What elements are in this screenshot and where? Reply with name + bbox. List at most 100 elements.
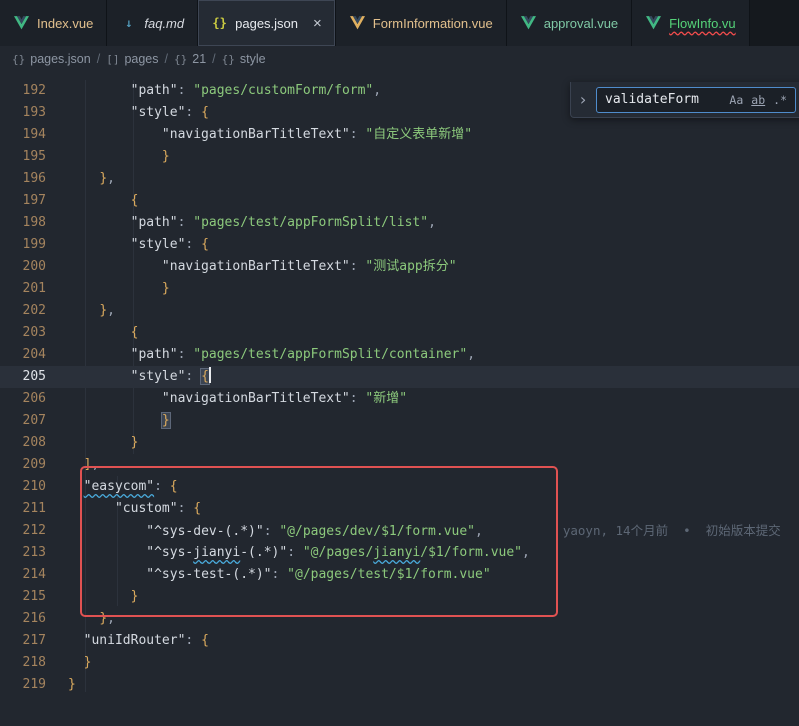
code-line[interactable]: 211 "custom": { [0,498,799,520]
code-token: "navigationBarTitleText" [162,259,350,274]
code-token: { [131,193,139,208]
code-line[interactable]: 217 "uniIdRouter": { [0,630,799,652]
code-token [68,105,131,120]
code-token: : [350,391,366,406]
code-token: } [99,611,107,626]
code-token [68,171,99,186]
breadcrumb-item-21[interactable]: {}21 [174,52,206,66]
code-line[interactable]: 196 }, [0,168,799,190]
regex-toggle-icon[interactable]: .* [769,91,791,109]
symbol-icon: {} [222,53,235,66]
code-token: { [201,105,209,120]
code-line[interactable]: 207 } [0,410,799,432]
code-line[interactable]: 198 "path": "pages/test/appFormSplit/lis… [0,212,799,234]
tab-faq.md[interactable]: ↓faq.md [107,0,198,46]
breadcrumb: {}pages.json/[]pages/{}21/{}style [0,46,799,72]
code-token: "@/pages/test/$1/form.vue" [287,567,491,582]
code-line[interactable]: 199 "style": { [0,234,799,256]
text-cursor [209,367,211,383]
tab-label: Index.vue [37,16,93,31]
code-token: "style" [131,237,186,252]
breadcrumb-separator: / [165,52,168,66]
line-number: 210 [0,476,46,498]
code-text: "navigationBarTitleText": "测试app拆分" [46,256,457,278]
code-editor[interactable]: 192 "path": "pages/customForm/form",193 … [0,72,799,726]
vue-file-icon [520,15,537,31]
code-line[interactable]: 205 "style": { [0,366,799,388]
code-text: ], [46,454,99,476]
code-token: : [264,524,280,539]
vscode-window: Index.vue↓faq.md{}pages.json×FormInforma… [0,0,799,726]
breadcrumb-item-pages.json[interactable]: {}pages.json [12,52,91,66]
code-line[interactable]: 200 "navigationBarTitleText": "测试app拆分" [0,256,799,278]
whole-word-toggle-icon[interactable]: ab [747,91,769,109]
find-query-text[interactable]: validateForm [605,92,725,107]
breadcrumb-separator: / [97,52,100,66]
code-text: { [46,322,138,344]
code-line[interactable]: 202 }, [0,300,799,322]
code-text: } [46,674,76,696]
code-line[interactable]: 212 "^sys-dev-(.*)": "@/pages/dev/$1/for… [0,520,799,542]
code-line[interactable]: 204 "path": "pages/test/appFormSplit/con… [0,344,799,366]
find-widget: › validateForm Aa ab .* [570,82,799,118]
match-case-toggle-icon[interactable]: Aa [725,91,747,109]
code-line[interactable]: 219} [0,674,799,696]
code-line[interactable]: 218 } [0,652,799,674]
code-token: jianyi [193,545,240,560]
code-line[interactable]: 195 } [0,146,799,168]
code-text: "navigationBarTitleText": "自定义表单新增" [46,124,472,146]
code-line[interactable]: 203 { [0,322,799,344]
tab-close-icon[interactable]: × [313,16,322,31]
breadcrumb-item-style[interactable]: {}style [222,52,266,66]
code-text: } [46,432,138,454]
tab-FlowInfo.vu[interactable]: FlowInfo.vu [632,0,749,46]
code-token: , [107,303,115,318]
code-line[interactable]: 214 "^sys-test-(.*)": "@/pages/test/$1/f… [0,564,799,586]
code-line[interactable]: 197 { [0,190,799,212]
code-line[interactable]: 194 "navigationBarTitleText": "自定义表单新增" [0,124,799,146]
code-token [68,633,84,648]
find-replace-toggle-chevron-icon[interactable]: › [577,90,589,109]
line-number: 213 [0,542,46,564]
code-line[interactable]: 201 } [0,278,799,300]
code-token: , [107,611,115,626]
code-token: { [170,479,178,494]
code-line[interactable]: 209 ], [0,454,799,476]
code-line[interactable]: 210 "easycom": { [0,476,799,498]
code-line[interactable]: 208 } [0,432,799,454]
breadcrumb-label: pages.json [30,52,90,66]
line-number: 204 [0,344,46,366]
tab-FormInformation.vue[interactable]: FormInformation.vue [336,0,507,46]
tab-approval.vue[interactable]: approval.vue [507,0,632,46]
code-text: } [46,146,170,168]
code-token: , [467,347,475,362]
code-text: "custom": { [46,498,201,520]
code-token: } [162,413,170,428]
code-token: : [154,479,170,494]
code-token: "@/pages/ [303,545,373,560]
code-token: , [428,215,436,230]
code-line[interactable]: 213 "^sys-jianyi-(.*)": "@/pages/jianyi/… [0,542,799,564]
code-token [68,391,162,406]
code-token: -(.*)" [240,545,287,560]
code-token [68,369,131,384]
breadcrumb-item-pages[interactable]: []pages [106,52,158,66]
code-token: { [201,237,209,252]
code-text: }, [46,168,115,190]
line-number: 217 [0,630,46,652]
code-token: , [373,83,381,98]
code-line[interactable]: 216 }, [0,608,799,630]
code-text: } [46,586,138,608]
tab-pages.json[interactable]: {}pages.json× [198,0,336,46]
tab-Index.vue[interactable]: Index.vue [0,0,107,46]
line-number: 196 [0,168,46,190]
code-token [68,589,131,604]
code-token [68,545,146,560]
line-number: 219 [0,674,46,696]
code-token: "navigationBarTitleText" [162,127,350,142]
code-token: "style" [131,369,186,384]
code-token [68,149,162,164]
find-input[interactable]: validateForm Aa ab .* [596,87,796,113]
code-line[interactable]: 206 "navigationBarTitleText": "新增" [0,388,799,410]
code-line[interactable]: 215 } [0,586,799,608]
